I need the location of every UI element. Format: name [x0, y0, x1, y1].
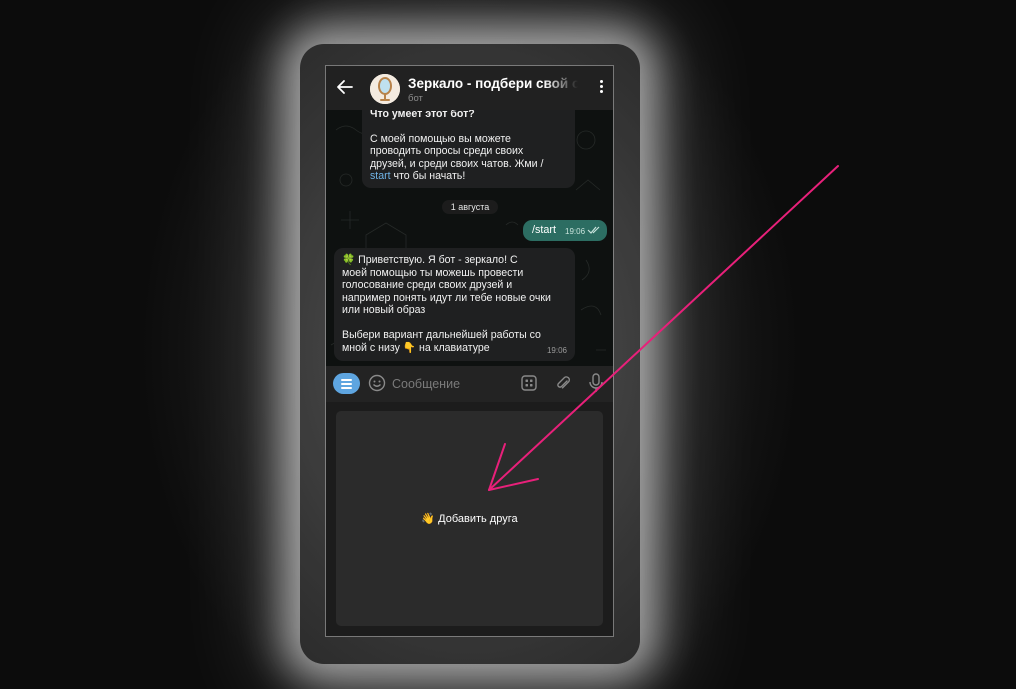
date-separator: 1 августа: [442, 200, 498, 214]
microphone-icon[interactable]: [588, 373, 604, 393]
bot-avatar[interactable]: [370, 74, 400, 104]
bot-reply-time: 19:06: [546, 345, 567, 355]
intro-line: друзей, и среди своих чатов. Жми /: [370, 157, 544, 170]
reply-line: 🍀 Приветствую. Я бот - зеркало! С: [342, 254, 518, 266]
bot-menu-button[interactable]: [333, 373, 360, 394]
message-list[interactable]: Что умеет этот бот? С моей помощью вы мо…: [326, 110, 613, 366]
more-options-icon[interactable]: [597, 80, 605, 96]
add-friend-button-label: 👋 Добавить друга: [421, 513, 518, 525]
reply-line: голосование среди своих друзей и: [342, 279, 513, 291]
intro-message: Что умеет этот бот? С моей помощью вы мо…: [362, 110, 575, 188]
message-input[interactable]: [390, 374, 514, 394]
outgoing-message-time: 19:06: [565, 227, 586, 236]
start-command-link[interactable]: start: [370, 170, 391, 182]
reply-line: Выбери вариант дальнейшей работы со: [342, 329, 541, 341]
intro-line: проводить опросы среди своих: [370, 145, 524, 157]
double-check-icon: [587, 226, 600, 234]
add-friend-button[interactable]: 👋 Добавить друга: [336, 411, 603, 626]
message-input-bar: [326, 366, 613, 402]
emoji-icon[interactable]: [368, 374, 386, 392]
reply-line: [342, 317, 567, 330]
intro-heading: Что умеет этот бот?: [370, 110, 475, 120]
intro-line: что бы начать!: [390, 170, 466, 182]
phone-screen: Зеркало - подбери свой образ бот Что уме: [326, 66, 613, 636]
reply-line: мной с низу 👇 на клавиатуре: [342, 341, 490, 354]
back-arrow-icon[interactable]: [334, 76, 356, 98]
keyboard-toggle-icon[interactable]: [520, 374, 538, 392]
chat-title[interactable]: Зеркало - подбери свой образ: [408, 76, 578, 91]
mirror-icon: [370, 74, 400, 104]
outgoing-message-text: /start: [532, 224, 556, 236]
reply-line: например понять идут ли тебе новые очки: [342, 291, 551, 304]
outgoing-message: /start 19:06: [523, 220, 607, 241]
reply-line: моей помощью ты можешь провести: [342, 266, 524, 279]
bot-keyboard: 👋 Добавить друга: [326, 402, 613, 636]
bot-reply-message: 🍀 Приветствую. Я бот - зеркало! С моей п…: [334, 248, 575, 361]
intro-line: С моей помощью вы можете: [370, 132, 511, 145]
reply-line: или новый образ: [342, 304, 426, 316]
chat-subtitle: бот: [408, 93, 423, 104]
attach-icon[interactable]: [554, 374, 572, 392]
chat-header: Зеркало - подбери свой образ бот: [326, 66, 613, 110]
